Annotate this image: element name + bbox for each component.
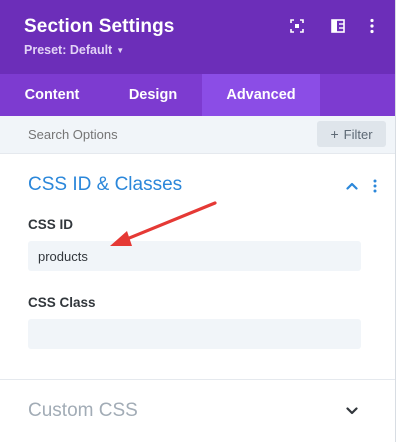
tab-advanced[interactable]: Advanced <box>202 74 320 116</box>
expand-icon[interactable] <box>288 17 306 35</box>
section-divider <box>0 379 395 380</box>
chevron-down-icon[interactable] <box>345 404 359 418</box>
section-title-custom-css[interactable]: Custom CSS <box>28 400 138 422</box>
more-vertical-icon[interactable] <box>363 17 381 35</box>
panel-header: Section Settings Preset: Default ▼ <box>0 0 395 74</box>
plus-icon: + <box>330 126 339 142</box>
caret-down-icon: ▼ <box>116 46 125 55</box>
tab-bar: Content Design Advanced <box>0 74 395 116</box>
split-view-icon[interactable] <box>329 17 347 35</box>
settings-panel: Section Settings Preset: Default ▼ Conte… <box>0 0 396 442</box>
filter-label: Filter <box>343 126 373 142</box>
css-id-label: CSS ID <box>28 217 74 232</box>
section-title-css-id-classes[interactable]: CSS ID & Classes <box>28 174 182 196</box>
section-options-icon[interactable] <box>370 178 380 194</box>
css-class-label: CSS Class <box>28 295 96 310</box>
preset-label: Preset: Default <box>24 43 113 57</box>
tab-design[interactable]: Design <box>104 74 202 116</box>
filter-button[interactable]: + Filter <box>317 121 386 147</box>
chevron-up-icon[interactable] <box>345 179 359 193</box>
css-class-input[interactable] <box>28 319 361 349</box>
tab-content[interactable]: Content <box>0 74 104 116</box>
annotation-arrow <box>110 201 217 246</box>
search-input[interactable] <box>28 127 278 142</box>
preset-dropdown[interactable]: Preset: Default ▼ <box>24 43 124 57</box>
panel-title: Section Settings <box>24 16 175 37</box>
